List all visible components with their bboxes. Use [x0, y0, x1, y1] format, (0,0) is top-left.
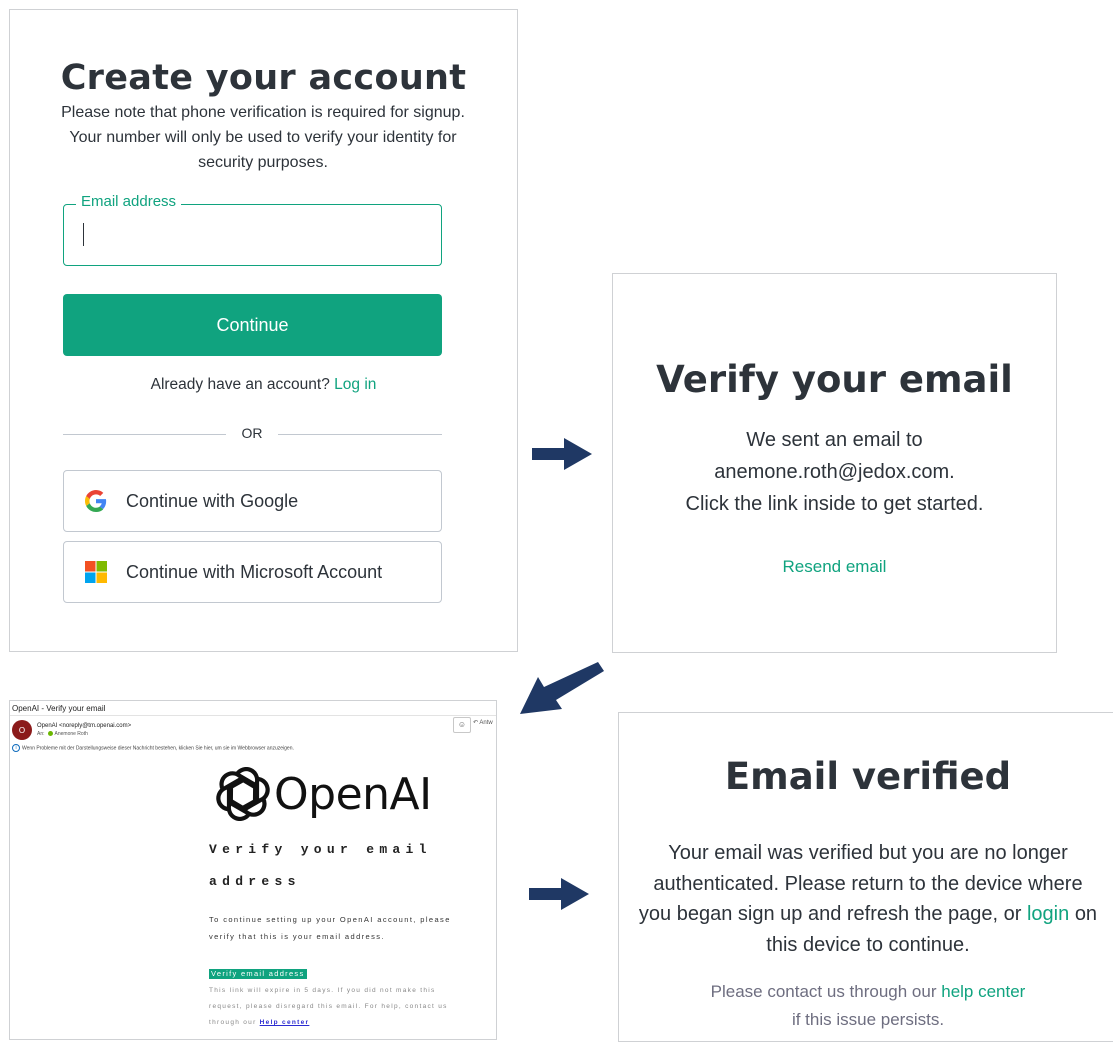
emoji-icon[interactable]: ☺ — [453, 717, 471, 733]
email-field[interactable]: Email address — [63, 193, 442, 266]
google-signin-button[interactable]: Continue with Google — [63, 470, 442, 532]
verify-email-address-button[interactable]: Verify email address — [209, 969, 307, 979]
already-text: Already have an account? — [150, 376, 330, 393]
arrow-right-icon — [529, 878, 589, 910]
reply-button[interactable]: ↶ Antw — [473, 719, 493, 726]
presence-icon — [47, 731, 53, 737]
email-recipient: An: Anemone Roth — [37, 731, 88, 737]
arrow-down-left-icon — [520, 662, 604, 714]
login-prompt: Already have an account? Log in — [10, 376, 517, 394]
help-center-link[interactable]: help center — [941, 982, 1025, 1001]
verified-login-link[interactable]: login — [1027, 903, 1069, 925]
email-subject: OpenAI - Verify your email — [12, 704, 106, 713]
login-link[interactable]: Log in — [334, 376, 376, 393]
google-button-label: Continue with Google — [126, 490, 299, 511]
email-heading-line-1: Verify your email — [209, 842, 432, 857]
email-help-center-link[interactable]: Help center — [260, 1019, 310, 1026]
reply-label: Antw — [479, 720, 493, 726]
signup-panel: Create your account Please note that pho… — [9, 9, 518, 652]
divider-left — [63, 434, 226, 435]
verify-message: We sent an email to anemone.roth@jedox.c… — [613, 424, 1056, 520]
email-sender: OpenAI <noreply@tm.openai.com> — [37, 723, 132, 729]
email-field-label: Email address — [76, 193, 182, 210]
display-info-text: Wenn Probleme mit der Darstellungsweise … — [22, 745, 294, 752]
recipient-name: Anemone Roth — [54, 731, 88, 737]
recipient-prefix: An: — [37, 731, 45, 737]
google-icon — [84, 489, 108, 513]
verified-message-text: Your email was verified but you are no l… — [638, 842, 1083, 925]
info-icon: i — [12, 744, 20, 752]
or-separator: OR — [241, 425, 263, 441]
reply-icon: ↶ — [473, 720, 479, 726]
verify-line-1: We sent an email to — [746, 429, 923, 451]
verify-email-address: anemone.roth@jedox.com. — [714, 461, 955, 483]
email-body: To continue setting up your OpenAI accou… — [209, 915, 451, 941]
fine-print-text: This link will expire in 5 days. If you … — [209, 987, 448, 1026]
email-fine-print: This link will expire in 5 days. If you … — [209, 983, 459, 1031]
microsoft-icon — [84, 560, 108, 584]
verified-title: Email verified — [724, 755, 1012, 798]
phone-verification-note: Please note that phone verification is r… — [61, 104, 465, 171]
email-heading-line-2: address — [209, 874, 301, 889]
display-info-bar[interactable]: i Wenn Probleme mit der Darstellungsweise… — [12, 744, 294, 752]
signup-title: Create your account — [60, 58, 467, 98]
header-divider — [10, 715, 496, 716]
resend-email-link[interactable]: Resend email — [613, 557, 1056, 577]
verify-line-3: Click the link inside to get started. — [685, 493, 984, 515]
contact-support-text: Please contact us through our help cente… — [637, 978, 1099, 1034]
contact-text: Please contact us through our — [710, 982, 937, 1001]
divider-right — [278, 434, 442, 435]
arrow-right-icon — [532, 438, 592, 470]
email-verified-panel: Email verified Your email was verified b… — [618, 712, 1113, 1042]
verify-title: Verify your email — [656, 358, 1013, 401]
openai-knot-icon — [216, 767, 270, 821]
contact-text-end: if this issue persists. — [791, 1010, 945, 1029]
avatar: O — [12, 720, 32, 740]
continue-button[interactable]: Continue — [63, 294, 442, 356]
openai-logo: OpenAI — [216, 767, 432, 821]
email-client-panel: OpenAI - Verify your email O OpenAI <nor… — [9, 700, 497, 1040]
openai-wordmark: OpenAI — [274, 768, 432, 820]
verify-email-panel: Verify your email We sent an email to an… — [612, 273, 1057, 653]
verified-message: Your email was verified but you are no l… — [637, 838, 1099, 960]
microsoft-signin-button[interactable]: Continue with Microsoft Account — [63, 541, 442, 603]
text-caret — [83, 223, 84, 246]
microsoft-button-label: Continue with Microsoft Account — [126, 561, 383, 582]
